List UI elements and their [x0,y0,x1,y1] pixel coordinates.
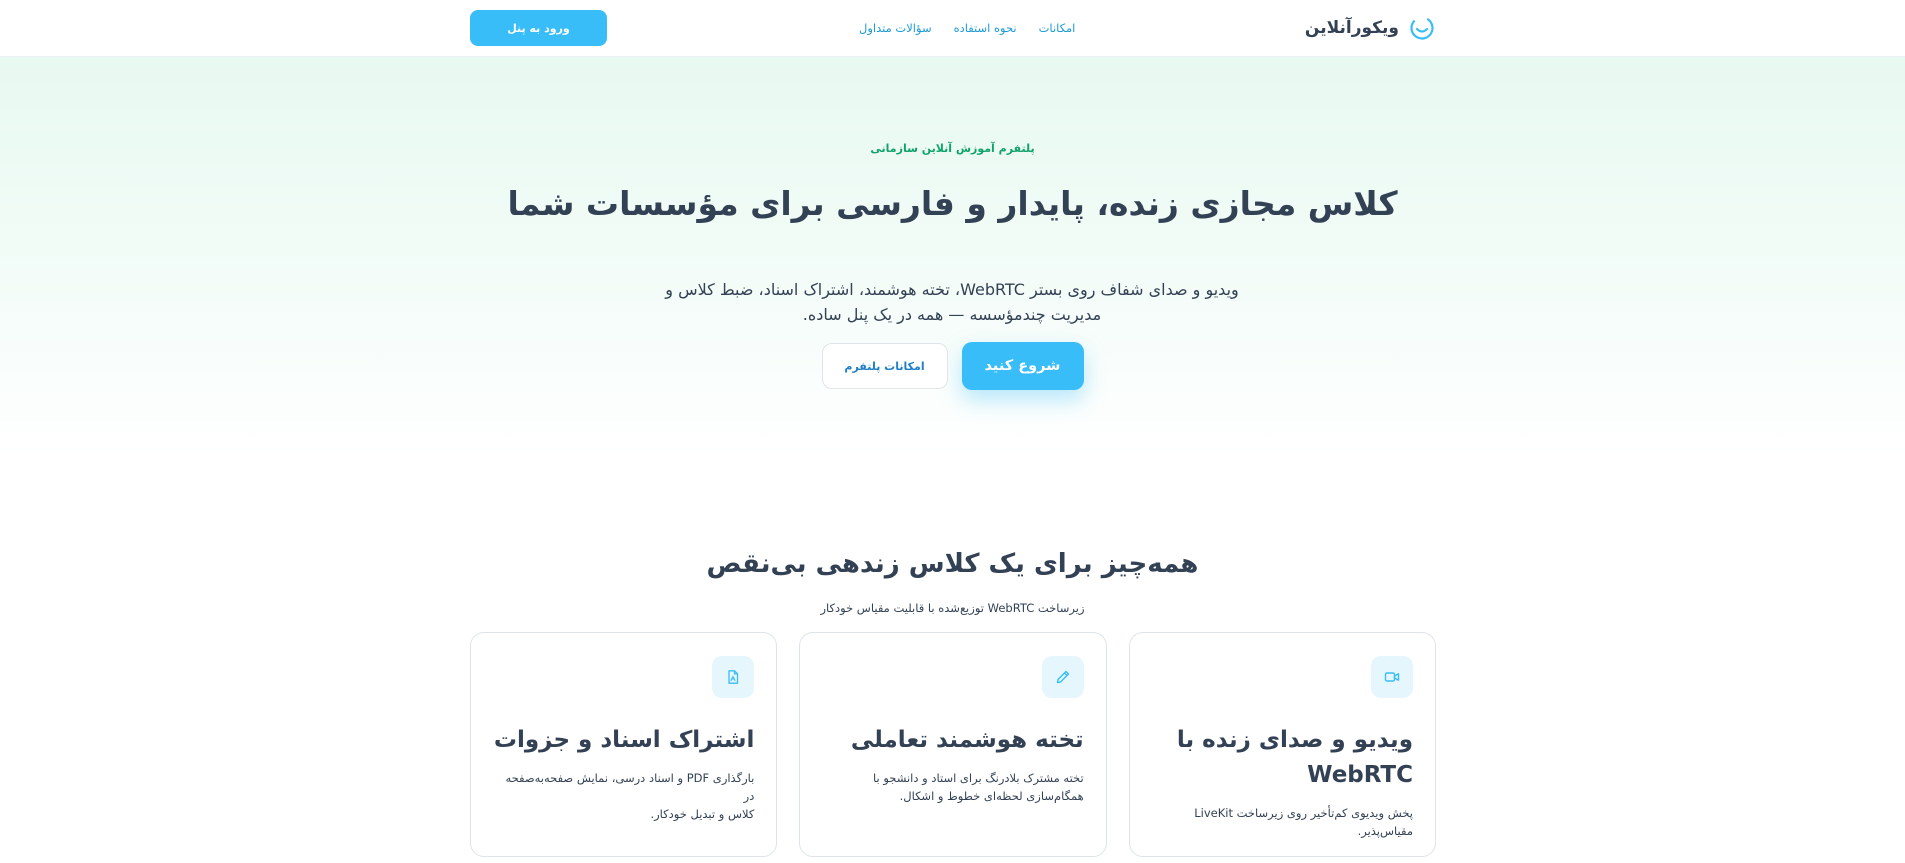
feature-card-title-line-2: WebRTC [1307,762,1413,788]
nav-item-features[interactable]: امکانات [1039,21,1076,35]
feature-card-description: بارگذاری PDF و اسناد درسی، نمایش صفحه‌به… [493,769,754,823]
nav-item-faq[interactable]: سؤالات متداول [859,21,932,35]
feature-card-description-line-1: بارگذاری PDF و اسناد درسی، نمایش صفحه‌به… [505,771,755,803]
feature-card-description-line-2: همگام‌سازی لحظه‌ای خطوط و اشکال. [899,789,1084,803]
video-camera-icon [1371,656,1413,698]
feature-card-description-line-1: پخش ویدیوی کم‌تأخیر روی زیرساخت LiveKit [1194,806,1413,820]
feature-card-description: تخته مشترک بلادرنگ برای استاد و دانشجو ب… [822,769,1084,805]
site-header: ورود به پنل ویکورآنلاین امکانات نحوه است… [0,0,1905,57]
hero-title: کلاس مجازی زنده، پایدار و فارسی برای مؤس… [507,184,1398,223]
feature-card-description-line-1: تخته مشترک بلادرنگ برای استاد و دانشجو ب… [872,771,1084,785]
feature-card-documents: اشتراک اسناد و جزوات بارگذاری PDF و اسنا… [470,632,778,857]
hero-eyebrow: پلتفرم آموزش آنلاین سازمانی [870,142,1035,155]
features-title: همه‌چیز برای یک کلاس زندهی بی‌نقص [706,549,1199,579]
feature-card-video: ویدیو و صدای زنده با WebRTC پخش ویدیوی ک… [1128,632,1436,857]
brand[interactable]: ویکورآنلاین [1305,15,1435,41]
hero-description-line-1: ویدیو و صدای شفاف روی بستر WebRTC، تخته … [665,280,1239,299]
hero-section [0,57,1905,457]
main-nav: امکانات نحوه استفاده سؤالات متداول [859,0,1075,56]
features-subtitle: زیرساخت WebRTC توزیع‌شده با قابلیت مقیاس… [820,601,1085,615]
landing-page: ورود به پنل ویکورآنلاین امکانات نحوه است… [0,0,1905,863]
brand-name: ویکورآنلاین [1304,18,1399,38]
feature-card-title-line-1: ویدیو و صدای زنده با [1176,727,1413,753]
hero-description-line-2: مدیریت چندمؤسسه — همه در یک پنل ساده. [802,305,1102,324]
feature-card-description-line-2: مقیاس‌پذیر. [1357,824,1413,838]
pdf-document-icon [712,656,755,698]
hero-description: ویدیو و صدای شفاف روی بستر WebRTC، تخته … [652,277,1252,327]
smile-circle-icon [1409,15,1435,41]
login-button[interactable]: ورود به پنل [470,10,607,46]
get-started-button[interactable]: شروع کنید [961,342,1084,390]
platform-features-button[interactable]: امکانات پلتفرم [821,343,948,389]
feature-card-title: تخته هوشمند تعاملی [850,727,1084,753]
feature-card-title: ویدیو و صدای زنده با WebRTC [1152,723,1413,793]
feature-card-description: پخش ویدیوی کم‌تأخیر روی زیرساخت LiveKit … [1152,804,1413,840]
feature-cards: ویدیو و صدای زنده با WebRTC پخش ویدیوی ک… [470,632,1436,857]
feature-card-whiteboard: تخته هوشمند تعاملی تخته مشترک بلادرنگ بر… [799,632,1107,857]
feature-card-description-line-2: کلاس و تبدیل خودکار. [650,807,755,821]
pencil-icon [1041,656,1084,698]
feature-card-title: اشتراک اسناد و جزوات [493,727,755,753]
nav-item-how-to-use[interactable]: نحوه استفاده [954,21,1017,35]
hero-cta-group: شروع کنید امکانات پلتفرم [0,342,1905,390]
